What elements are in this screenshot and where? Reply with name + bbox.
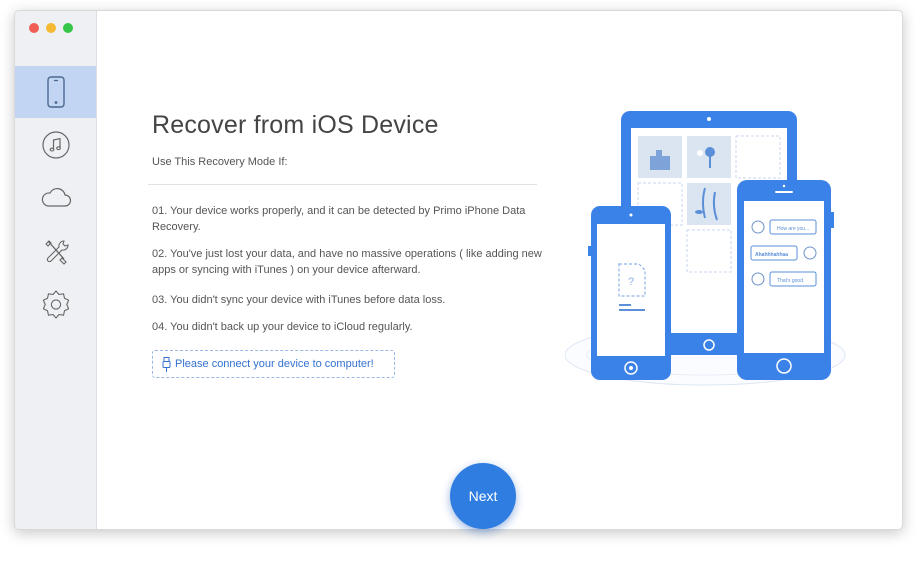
connect-hint-text: Please connect your device to computer!	[175, 358, 374, 370]
chat-bubble-text: Ahahhhahhaa	[755, 252, 788, 258]
sidebar-item-itunes[interactable]	[15, 119, 96, 171]
page-title: Recover from iOS Device	[152, 111, 439, 139]
cloud-icon	[41, 187, 71, 207]
zoom-window-button[interactable]	[63, 23, 73, 33]
chat-bubble-text: That's good.	[777, 278, 804, 284]
divider	[148, 184, 537, 185]
next-button[interactable]: Next	[450, 463, 516, 529]
tools-icon	[44, 240, 69, 265]
sidebar-item-settings[interactable]	[15, 278, 96, 330]
step-item: 02. You've just lost your data, and have…	[152, 248, 542, 276]
iphone-icon	[46, 76, 65, 108]
step-item: 04. You didn't back up your device to iC…	[152, 321, 413, 333]
sidebar	[15, 11, 97, 529]
chat-bubble-text: How are you...	[777, 226, 809, 232]
sidebar-item-ios-device[interactable]	[15, 66, 96, 118]
usb-cable-icon	[162, 356, 171, 372]
svg-text:?: ?	[628, 276, 634, 288]
window-controls	[29, 23, 73, 33]
close-window-button[interactable]	[29, 23, 39, 33]
device-illustration: ? How are you... Ahahhhahhaa That's good…	[565, 111, 846, 386]
gear-icon	[42, 290, 69, 319]
page-subtitle: Use This Recovery Mode If:	[152, 156, 288, 168]
sidebar-item-icloud[interactable]	[15, 172, 96, 224]
step-item: 01. Your device works properly, and it c…	[152, 205, 526, 233]
step-item: 03. You didn't sync your device with iTu…	[152, 294, 446, 306]
minimize-window-button[interactable]	[46, 23, 56, 33]
connect-device-hint: Please connect your device to computer!	[152, 350, 395, 378]
app-window: Recover from iOS Device Use This Recover…	[14, 10, 903, 530]
music-note-icon	[41, 131, 70, 159]
sidebar-item-tools[interactable]	[15, 225, 96, 277]
